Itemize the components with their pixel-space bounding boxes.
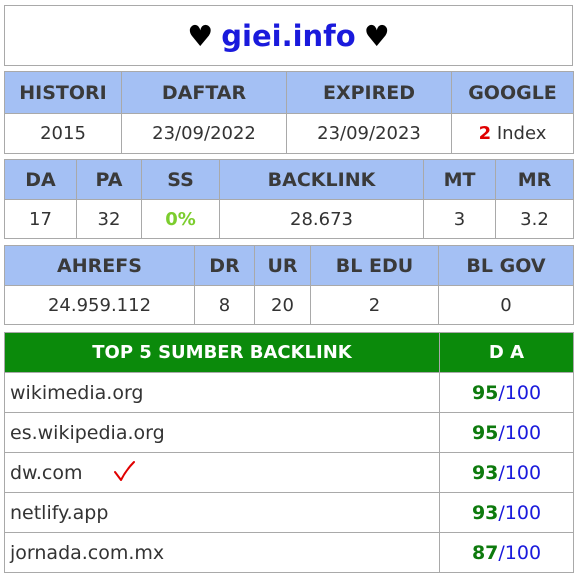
table-row: es.wikipedia.org 95/100 [4, 412, 574, 453]
value-bl-edu: 2 [310, 285, 439, 325]
metrics-table: DA PA SS BACKLINK MT MR 17 32 0% 28.673 … [4, 159, 574, 239]
source-name: es.wikipedia.org [4, 412, 440, 453]
table-row: jornada.com.mx 87/100 [4, 532, 574, 573]
da-max: /100 [498, 501, 542, 524]
source-name: netlify.app [4, 492, 440, 533]
source-da: 87/100 [439, 532, 574, 573]
da-max: /100 [498, 461, 542, 484]
header-ur: UR [254, 245, 311, 286]
header-mr: MR [495, 159, 574, 200]
source-da: 93/100 [439, 492, 574, 533]
table-row: dw.com 93/100 [4, 452, 574, 493]
source-name: jornada.com.mx [4, 532, 440, 573]
value-ur: 20 [254, 285, 311, 325]
value-backlink: 28.673 [219, 199, 424, 239]
value-histori: 2015 [4, 113, 122, 154]
source-da: 95/100 [439, 412, 574, 453]
header-dr: DR [194, 245, 255, 286]
heart-icon: ♥ [187, 18, 214, 53]
header-mt: MT [423, 159, 496, 200]
site-title: ♥ giei.info ♥ [4, 5, 573, 66]
header-ss: SS [141, 159, 220, 200]
table-row: wikimedia.org 95/100 [4, 372, 574, 413]
value-expired: 23/09/2023 [286, 113, 452, 154]
da-value: 95 [471, 381, 499, 404]
value-mr: 3.2 [495, 199, 574, 239]
header-bl-edu: BL EDU [310, 245, 439, 286]
value-google: 2 Index [451, 113, 574, 154]
da-value: 87 [471, 541, 499, 564]
source-name: dw.com [4, 452, 440, 493]
value-bl-gov: 0 [438, 285, 574, 325]
da-value: 95 [471, 421, 499, 444]
da-max: /100 [498, 381, 542, 404]
value-pa: 32 [76, 199, 142, 239]
header-backlink: BACKLINK [219, 159, 424, 200]
heart-icon: ♥ [363, 18, 390, 53]
value-mt: 3 [423, 199, 496, 239]
source-da: 93/100 [439, 452, 574, 493]
value-daftar: 23/09/2022 [121, 113, 287, 154]
da-max: /100 [498, 541, 542, 564]
value-ss: 0% [141, 199, 220, 239]
google-index-count: 2 [478, 123, 492, 144]
header-top-sources: TOP 5 SUMBER BACKLINK [4, 332, 440, 373]
header-ahrefs: AHREFS [4, 245, 195, 286]
header-daftar: DAFTAR [121, 71, 287, 114]
da-max: /100 [498, 421, 542, 444]
header-expired: EXPIRED [286, 71, 452, 114]
da-value: 93 [471, 501, 499, 524]
source-da: 95/100 [439, 372, 574, 413]
sources-table: TOP 5 SUMBER BACKLINK D A wikimedia.org … [4, 332, 574, 573]
header-bl-gov: BL GOV [438, 245, 574, 286]
table-row: netlify.app 93/100 [4, 492, 574, 533]
domain-name: giei.info [221, 18, 356, 53]
da-value: 93 [471, 461, 499, 484]
header-da: DA [4, 159, 77, 200]
value-dr: 8 [194, 285, 255, 325]
header-google: GOOGLE [451, 71, 574, 114]
checkmark-icon [114, 461, 135, 481]
header-da-sources: D A [439, 332, 574, 373]
google-index-label: Index [496, 123, 547, 144]
value-ahrefs: 24.959.112 [4, 285, 195, 325]
value-da: 17 [4, 199, 77, 239]
header-pa: PA [76, 159, 142, 200]
registration-table: HISTORI DAFTAR EXPIRED GOOGLE 2015 23/09… [4, 71, 574, 154]
header-histori: HISTORI [4, 71, 122, 114]
ahrefs-table: AHREFS DR UR BL EDU BL GOV 24.959.112 8 … [4, 245, 574, 325]
source-name: wikimedia.org [4, 372, 440, 413]
